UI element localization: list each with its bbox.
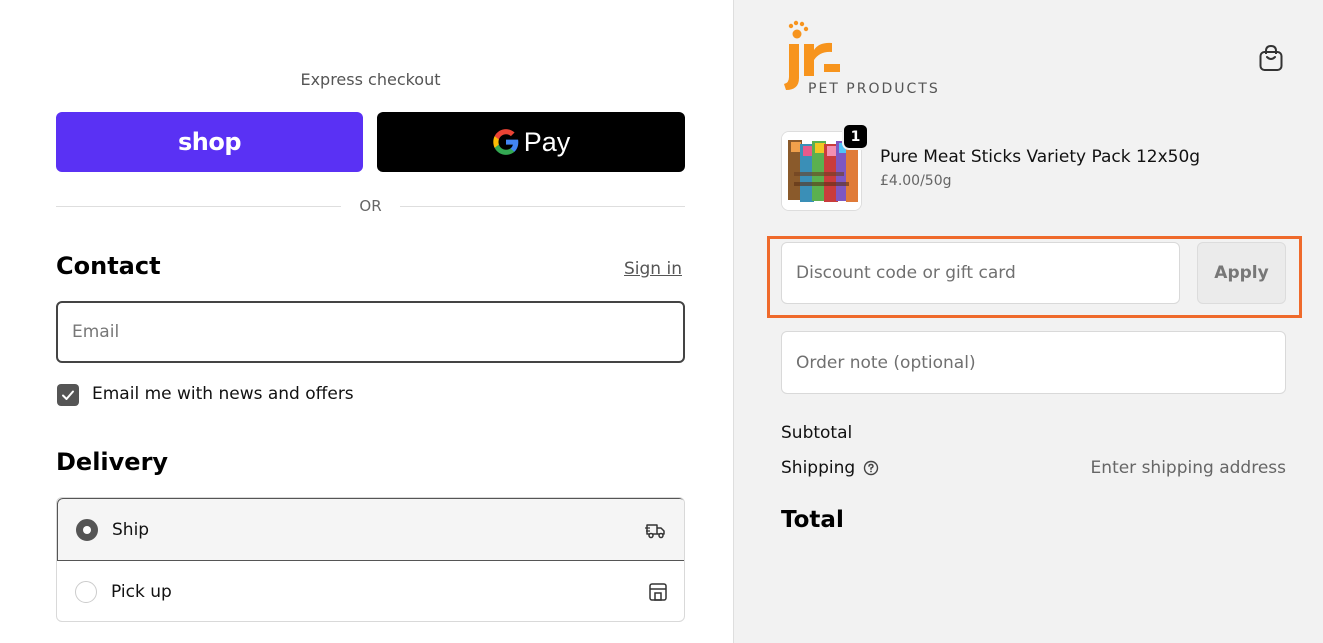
newsletter-label[interactable]: Email me with news and offers — [92, 384, 354, 404]
apply-discount-button[interactable]: Apply — [1197, 242, 1286, 304]
product-unit-price: £4.00/50g — [880, 173, 952, 189]
shipping-row-label: Shipping — [781, 458, 879, 478]
jr-pet-products-logo[interactable]: PET PRODUCTS — [780, 20, 950, 102]
quantity-badge: 1 — [842, 123, 869, 150]
store-icon — [649, 583, 667, 601]
email-field[interactable] — [56, 301, 685, 363]
pickup-radio[interactable] — [75, 581, 97, 603]
order-note-field[interactable] — [781, 331, 1286, 394]
contact-heading: Contact — [56, 252, 161, 280]
divider-line — [56, 205, 342, 207]
delivery-options: Ship Pick up — [56, 497, 685, 622]
ship-radio[interactable] — [76, 518, 98, 541]
newsletter-checkbox[interactable] — [57, 384, 79, 406]
shopping-bag-icon[interactable] — [1258, 43, 1284, 73]
shop-pay-button[interactable]: shop — [56, 112, 363, 172]
checkout-form-panel: Express checkout shop Pay OR Contact Sig… — [0, 0, 733, 643]
help-circle-icon[interactable] — [863, 460, 879, 476]
pickup-label: Pick up — [111, 582, 172, 602]
sign-in-link[interactable]: Sign in — [624, 259, 682, 279]
or-divider: OR — [56, 196, 686, 216]
google-pay-button[interactable]: Pay — [377, 112, 685, 172]
checkmark-icon — [62, 390, 74, 400]
total-label: Total — [781, 507, 844, 533]
or-text: OR — [359, 197, 382, 215]
discount-code-field[interactable] — [781, 242, 1180, 304]
jr-logo-mark: PET PRODUCTS — [784, 20, 940, 97]
product-name: Pure Meat Sticks Variety Pack 12x50g — [880, 147, 1201, 167]
ship-label: Ship — [112, 519, 150, 540]
delivery-option-ship[interactable]: Ship — [57, 498, 684, 561]
truck-icon — [645, 523, 665, 538]
delivery-heading: Delivery — [56, 448, 169, 476]
google-pay-label: Pay — [523, 126, 571, 157]
shipping-value: Enter shipping address — [1090, 458, 1286, 478]
express-checkout-title: Express checkout — [300, 70, 441, 89]
subtotal-label: Subtotal — [781, 423, 853, 443]
shop-pay-label: shop — [177, 128, 242, 156]
shipping-label: Shipping — [781, 458, 856, 478]
divider-line — [399, 205, 686, 207]
svg-text:PET PRODUCTS: PET PRODUCTS — [808, 81, 940, 97]
google-g-icon — [493, 129, 519, 155]
delivery-option-pickup[interactable]: Pick up — [57, 561, 684, 621]
